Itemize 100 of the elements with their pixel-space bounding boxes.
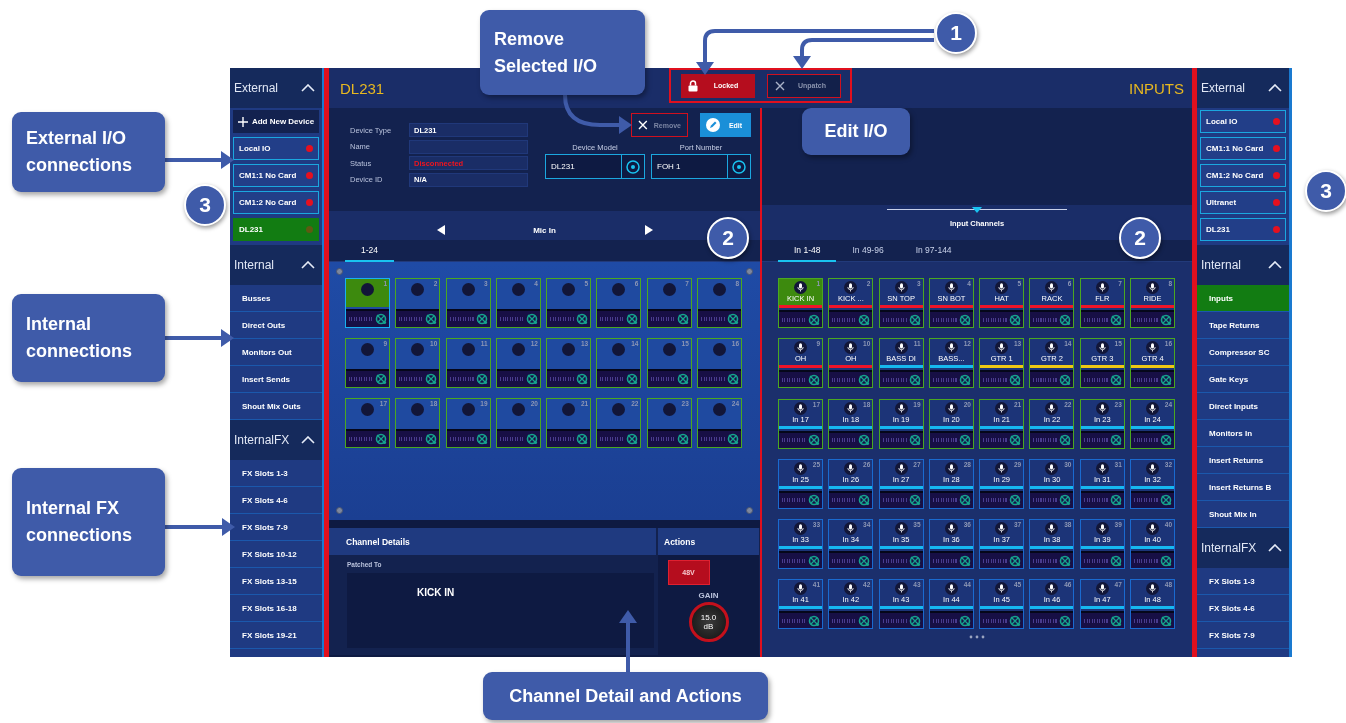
panel-header: Channel Details: [329, 528, 656, 555]
target-icon[interactable]: [732, 159, 746, 174]
connector-icon: [475, 313, 488, 325]
dropdown[interactable]: DL231: [545, 154, 645, 179]
level-meter: [701, 317, 726, 321]
device-item[interactable]: DL231: [1200, 218, 1286, 241]
microphone-icon: [1146, 522, 1160, 536]
device-item[interactable]: Ultranet: [1200, 191, 1286, 214]
microphone-icon: [1095, 341, 1109, 355]
connector-icon: [808, 313, 820, 326]
device-item[interactable]: Local IO: [233, 137, 319, 160]
connector-icon: [908, 494, 921, 507]
dropdown[interactable]: FOH 1: [651, 154, 751, 179]
slider-thumb[interactable]: [972, 207, 982, 213]
socket-icon: [511, 343, 525, 356]
device-item[interactable]: CM1:2 No Card: [233, 191, 319, 214]
socket-icon: [361, 403, 374, 416]
chevron-up-icon[interactable]: [1268, 84, 1282, 92]
screw-icon: [336, 507, 343, 514]
socket-icon: [662, 403, 676, 416]
text-field[interactable]: [409, 139, 528, 154]
section-header[interactable]: External: [230, 68, 322, 108]
connector-icon: [1009, 373, 1022, 386]
add-device-button[interactable]: Add New Device: [233, 110, 319, 133]
microphone-icon: [844, 281, 858, 294]
level-meter: [650, 377, 675, 381]
connector-icon: [576, 433, 589, 445]
connector-icon: [576, 313, 589, 325]
callout-box: Edit I/O: [802, 108, 910, 155]
status-dot: [306, 172, 313, 179]
level-meter: [832, 619, 857, 623]
level-meter: [349, 317, 373, 321]
connector-icon: [1059, 494, 1072, 507]
connector-icon: [908, 313, 921, 326]
next-arrow-icon[interactable]: [644, 225, 653, 235]
connector-icon: [576, 373, 589, 385]
socket-icon: [612, 403, 626, 416]
section-header[interactable]: Internal: [230, 245, 322, 285]
microphone-icon: [944, 461, 958, 475]
microphone-icon: [944, 582, 958, 596]
microphone-icon: [1095, 582, 1109, 596]
tab[interactable]: In 49-96: [836, 240, 900, 262]
section-header[interactable]: External: [1197, 68, 1289, 108]
chevron-up-icon[interactable]: [301, 84, 315, 92]
nav-item[interactable]: Inputs: [1197, 285, 1289, 312]
device-item[interactable]: CM1:1 No Card: [1200, 137, 1286, 160]
level-meter: [1033, 619, 1058, 623]
level-meter: [550, 377, 575, 381]
device-item[interactable]: Local IO: [1200, 110, 1286, 133]
target-icon[interactable]: [626, 159, 640, 174]
level-meter: [449, 437, 474, 441]
connector-icon: [475, 373, 488, 385]
connector-icon: [1059, 313, 1072, 326]
more-dots-icon[interactable]: [969, 635, 985, 640]
microphone-icon: [844, 582, 858, 596]
chevron-up-icon[interactable]: [301, 261, 315, 269]
port-type-title: Mic In: [532, 226, 557, 235]
socket-icon: [612, 283, 626, 296]
microphone-icon: [894, 582, 908, 596]
section-title: InternalFX: [1201, 541, 1257, 555]
microphone-icon: [894, 401, 908, 415]
socket-icon: [411, 343, 425, 356]
section-header[interactable]: InternalFX: [1197, 528, 1289, 568]
connector-icon: [1109, 494, 1122, 507]
socket-icon: [411, 283, 425, 296]
socket-icon: [713, 283, 727, 296]
microphone-icon: [1045, 522, 1059, 536]
level-meter: [449, 377, 474, 381]
tab[interactable]: In 1-48: [778, 240, 837, 262]
device-item[interactable]: DL231: [233, 218, 319, 241]
connector-icon: [908, 554, 921, 567]
device-item[interactable]: CM1:1 No Card: [233, 164, 319, 187]
level-meter: [600, 317, 625, 321]
chevron-up-icon[interactable]: [301, 436, 315, 444]
level-meter: [650, 317, 675, 321]
socket-icon: [511, 403, 525, 416]
connector-icon: [808, 554, 820, 567]
microphone-icon: [1095, 281, 1109, 294]
microphone-icon: [794, 341, 807, 355]
section-header[interactable]: InternalFX: [230, 420, 322, 460]
gain-knob[interactable]: 15.0 dB: [688, 602, 729, 642]
previous-arrow-icon[interactable]: [436, 225, 445, 235]
socket-icon: [562, 343, 576, 356]
chevron-up-icon[interactable]: [1268, 261, 1282, 269]
socket-icon: [411, 403, 425, 416]
level-meter: [349, 377, 373, 381]
section-title: InternalFX: [234, 433, 290, 447]
connector-icon: [626, 433, 639, 445]
section-header[interactable]: Internal: [1197, 245, 1289, 285]
connector-icon: [1160, 615, 1173, 627]
microphone-icon: [1045, 461, 1059, 475]
connector-icon: [808, 494, 820, 507]
callout-arrow: [165, 329, 234, 347]
connector-icon: [1009, 554, 1022, 567]
device-item[interactable]: CM1:2 No Card: [1200, 164, 1286, 187]
chevron-up-icon[interactable]: [1268, 544, 1282, 552]
socket-icon: [662, 283, 676, 296]
patched-to-field: KICK IN: [347, 573, 654, 648]
tab[interactable]: In 97-144: [899, 240, 968, 262]
microphone-icon: [1095, 461, 1109, 475]
